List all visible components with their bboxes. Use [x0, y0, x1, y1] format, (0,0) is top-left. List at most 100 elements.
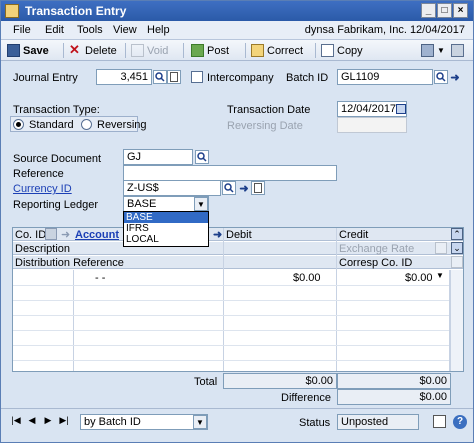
source-document-field[interactable]: GJ: [123, 149, 193, 165]
print-button[interactable]: [451, 43, 464, 58]
col-distribution-reference: Distribution Reference: [15, 257, 124, 269]
intercompany-label: Intercompany: [207, 72, 274, 84]
chevron-down-icon: ▼: [197, 199, 205, 209]
row-credit[interactable]: $0.00: [405, 272, 433, 284]
currency-expand-button[interactable]: ➜: [237, 181, 251, 195]
post-button[interactable]: Post: [191, 43, 229, 58]
save-icon: [7, 44, 20, 57]
batch-expand-button[interactable]: ➜: [448, 70, 462, 84]
corresp-lookup-icon[interactable]: [451, 256, 463, 268]
bottom-bar: |◀ ◀ ▶ ▶| by Batch ID ▼ Status Unposted …: [1, 408, 473, 442]
save-button[interactable]: Save: [7, 43, 49, 58]
next-record-button[interactable]: ▶: [41, 415, 55, 431]
reversing-date-field: [337, 117, 407, 133]
last-record-button[interactable]: ▶|: [57, 415, 71, 431]
void-button[interactable]: Void: [131, 43, 168, 58]
row-debit[interactable]: $0.00: [293, 272, 321, 284]
difference-label: Difference: [281, 392, 331, 404]
co-id-arrow-icon[interactable]: ➜: [61, 228, 70, 241]
status-label: Status: [299, 417, 331, 429]
col-credit: Credit: [339, 229, 369, 241]
menu-view[interactable]: View: [113, 24, 137, 36]
reversing-label: Reversing: [97, 119, 147, 131]
col-corresp-co-id: Corresp Co. ID: [339, 257, 413, 269]
correct-button[interactable]: Correct: [251, 43, 303, 58]
search-icon: [155, 72, 165, 82]
minimize-button[interactable]: _: [421, 3, 436, 18]
ledger-option-ifrs[interactable]: IFRS: [124, 223, 208, 234]
sort-by-select[interactable]: by Batch ID: [80, 414, 208, 430]
total-debit: $0.00: [223, 373, 337, 389]
ledger-option-local[interactable]: LOCAL: [124, 234, 208, 245]
batch-lookup-button[interactable]: [434, 70, 448, 84]
menu-help[interactable]: Help: [147, 24, 170, 36]
currency-lookup-button[interactable]: [222, 181, 236, 195]
currency-id-field[interactable]: Z-US$: [123, 180, 221, 196]
currency-note-button[interactable]: [251, 181, 265, 195]
window-icon: [5, 4, 19, 18]
note-icon: [170, 72, 178, 82]
account-expand-icon[interactable]: ➜: [213, 228, 222, 241]
journal-entry-field[interactable]: 3,451: [96, 69, 152, 85]
menu-file[interactable]: File: [13, 24, 31, 36]
chevron-down-icon: ▼: [437, 46, 445, 55]
grid-scrollbar[interactable]: [450, 270, 463, 371]
previous-record-button[interactable]: ◀: [25, 415, 39, 431]
chevron-down-icon: ▼: [196, 417, 204, 427]
calendar-button[interactable]: [394, 102, 408, 116]
first-record-button[interactable]: |◀: [9, 415, 23, 431]
intercompany-checkbox[interactable]: [191, 71, 203, 83]
reversing-radio[interactable]: [81, 119, 92, 130]
transaction-date-label: Transaction Date: [227, 104, 311, 116]
reporting-ledger-options: BASE IFRS LOCAL: [123, 211, 209, 247]
menu-bar: File Edit Tools View Help dynsa Fabrikam…: [1, 21, 473, 40]
menu-edit[interactable]: Edit: [45, 24, 64, 36]
maximize-button[interactable]: □: [437, 3, 452, 18]
journal-note-button[interactable]: [167, 70, 181, 84]
exchange-rate-lookup-icon[interactable]: [435, 242, 447, 254]
reference-field[interactable]: [123, 165, 337, 181]
total-credit: $0.00: [337, 373, 451, 389]
col-account[interactable]: Account: [75, 229, 119, 241]
delete-icon: ✕: [69, 42, 80, 57]
row-account[interactable]: - -: [95, 272, 105, 284]
toolbar: Save ✕ Delete Void Post Correct Copy ▼: [1, 40, 473, 61]
correct-label: Correct: [267, 44, 304, 57]
reference-label: Reference: [13, 168, 64, 180]
difference-value: $0.00: [337, 389, 451, 405]
credit-dropdown-icon[interactable]: ▼: [436, 271, 444, 280]
currency-id-link[interactable]: Currency ID: [13, 183, 72, 195]
reversing-date-label: Reversing Date: [227, 120, 303, 132]
copy-label: Copy: [337, 44, 363, 57]
arrow-right-icon: ➜: [450, 71, 460, 84]
journal-lookup-button[interactable]: [153, 70, 167, 84]
ledger-option-base[interactable]: BASE: [124, 212, 208, 223]
source-document-lookup-button[interactable]: [195, 150, 209, 164]
co-id-lookup-icon[interactable]: [45, 228, 57, 240]
close-button[interactable]: ×: [453, 3, 468, 18]
note-icon[interactable]: [433, 415, 446, 428]
note-icon: [254, 183, 262, 193]
search-icon: [436, 72, 446, 82]
delete-button[interactable]: ✕ Delete: [69, 43, 117, 58]
collapse-rows-button[interactable]: ⌃: [451, 228, 463, 240]
correct-icon: [251, 44, 264, 57]
void-label: Void: [147, 44, 169, 57]
batch-id-label: Batch ID: [286, 72, 329, 84]
transaction-entry-window: Transaction Entry _ □ × File Edit Tools …: [0, 0, 474, 443]
standard-radio[interactable]: [13, 119, 24, 130]
batch-id-field[interactable]: GL1109: [337, 69, 433, 85]
transaction-type-label: Transaction Type:: [13, 104, 100, 116]
col-debit: Debit: [226, 229, 252, 241]
arrow-right-icon: ➜: [239, 182, 249, 195]
help-icon[interactable]: ?: [453, 415, 467, 429]
sort-dropdown-button[interactable]: ▼: [193, 415, 207, 429]
copy-button[interactable]: Copy: [321, 43, 363, 58]
company-and-date: dynsa Fabrikam, Inc. 12/04/2017: [304, 24, 465, 36]
menu-tools[interactable]: Tools: [77, 24, 103, 36]
options-menu-button[interactable]: ▼: [421, 43, 445, 58]
status-field: Unposted: [337, 414, 419, 430]
window-title: Transaction Entry: [25, 4, 127, 18]
reporting-ledger-dropdown-button[interactable]: ▼: [194, 197, 208, 211]
expand-rows-button[interactable]: ⌄: [451, 242, 463, 254]
